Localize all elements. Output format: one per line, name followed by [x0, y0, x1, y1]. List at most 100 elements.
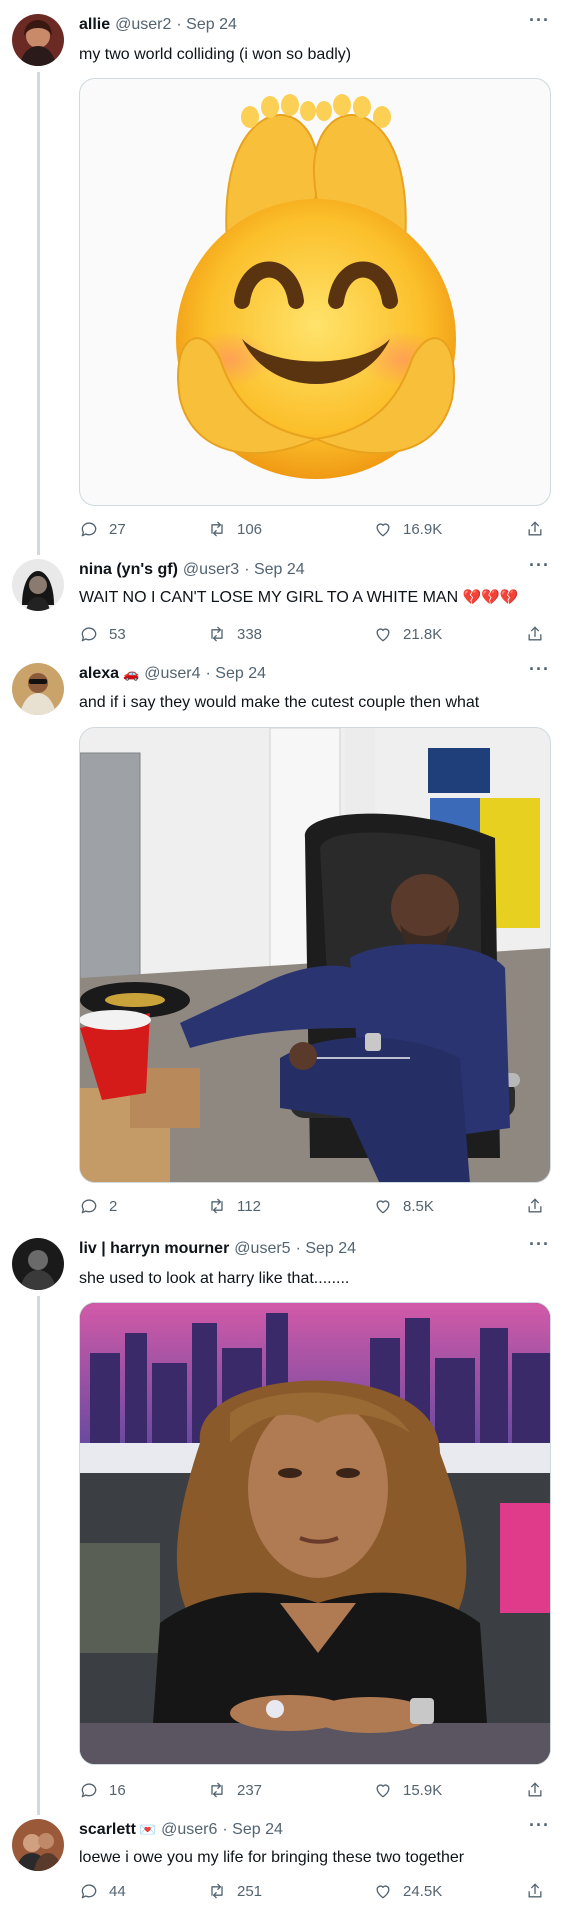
- retweet-count: 112: [237, 1197, 261, 1215]
- tweet-liv[interactable]: liv | harryn mourner @user5 · Sep 24 ···…: [0, 1234, 564, 1815]
- more-icon[interactable]: ···: [529, 1815, 550, 1836]
- tweet-actions: 44 251 24.5K: [79, 1881, 551, 1903]
- tweet-media[interactable]: [79, 78, 551, 506]
- more-icon[interactable]: ···: [529, 10, 550, 31]
- tweet-actions: 16 237 15.9K: [79, 1780, 551, 1802]
- reply-button[interactable]: 53: [79, 624, 126, 644]
- retweet-icon: [207, 624, 227, 644]
- like-button[interactable]: 16.9K: [373, 519, 442, 539]
- like-count: 24.5K: [403, 1882, 443, 1900]
- broken-heart-emoji: 💔💔💔: [462, 589, 519, 606]
- more-icon[interactable]: ···: [529, 555, 550, 576]
- retweet-count: 237: [237, 1781, 263, 1799]
- tweet-header: nina (yn's gf) @user3 · Sep 24 ···: [79, 555, 550, 581]
- handle[interactable]: @user3: [183, 561, 239, 579]
- display-name[interactable]: scarlett: [79, 1821, 136, 1839]
- display-name[interactable]: allie: [79, 16, 110, 34]
- tweet-nina[interactable]: nina (yn's gf) @user3 · Sep 24 ··· WAIT …: [0, 555, 564, 655]
- tweet-media[interactable]: [79, 727, 551, 1183]
- timestamp[interactable]: · Sep 24: [222, 1821, 282, 1839]
- avatar[interactable]: [12, 559, 64, 611]
- tweet-text: she used to look at harry like that.....…: [79, 1270, 350, 1287]
- retweet-button[interactable]: 251: [207, 1881, 262, 1901]
- timestamp[interactable]: · Sep 24: [206, 665, 266, 683]
- retweet-count: 338: [237, 625, 263, 643]
- handle[interactable]: @user4: [144, 665, 200, 683]
- handle[interactable]: @user5: [234, 1240, 290, 1258]
- timestamp[interactable]: · Sep 24: [176, 16, 236, 34]
- reply-count: 16: [109, 1781, 126, 1799]
- tweet-actions: 2 112 8.5K: [79, 1196, 551, 1218]
- avatar[interactable]: [12, 663, 64, 715]
- display-name[interactable]: alexa: [79, 665, 119, 683]
- share-icon: [525, 624, 545, 644]
- reply-count: 2: [109, 1197, 118, 1215]
- retweet-button[interactable]: 237: [207, 1780, 262, 1800]
- handle[interactable]: @user2: [115, 16, 171, 34]
- heart-icon: [373, 624, 393, 644]
- retweet-button[interactable]: 112: [207, 1196, 261, 1216]
- display-name[interactable]: liv | harryn mourner: [79, 1240, 229, 1258]
- reply-button[interactable]: 44: [79, 1881, 126, 1901]
- display-name[interactable]: nina (yn's gf): [79, 561, 178, 579]
- tweet-header: liv | harryn mourner @user5 · Sep 24 ···: [79, 1234, 550, 1260]
- retweet-count: 251: [237, 1882, 263, 1900]
- avatar[interactable]: [12, 1819, 64, 1871]
- like-button[interactable]: 8.5K: [373, 1196, 434, 1216]
- photo: [80, 1303, 550, 1764]
- reply-button[interactable]: 2: [79, 1196, 117, 1216]
- heart-icon: [373, 1196, 393, 1216]
- like-button[interactable]: 15.9K: [373, 1780, 442, 1800]
- retweet-count: 106: [237, 520, 263, 538]
- reply-button[interactable]: 27: [79, 519, 126, 539]
- heart-icon: [373, 1780, 393, 1800]
- share-button[interactable]: [525, 1780, 545, 1800]
- reply-button[interactable]: 16: [79, 1780, 126, 1800]
- retweet-button[interactable]: 106: [207, 519, 262, 539]
- tweet-header: alexa 🚗 @user4 · Sep 24 ···: [79, 659, 550, 685]
- heart-icon: [373, 519, 393, 539]
- share-icon: [525, 1780, 545, 1800]
- like-button[interactable]: 21.8K: [373, 624, 442, 644]
- photo: [80, 728, 550, 1182]
- share-icon: [525, 1196, 545, 1216]
- tweet-scarlett[interactable]: scarlett 💌 @user6 · Sep 24 ··· loewe i o…: [0, 1815, 564, 1920]
- tweet-media[interactable]: [79, 1302, 551, 1765]
- tweet-text: loewe i owe you my life for bringing the…: [79, 1849, 465, 1866]
- retweet-button[interactable]: 338: [207, 624, 262, 644]
- timestamp[interactable]: · Sep 24: [296, 1240, 356, 1258]
- more-icon[interactable]: ···: [529, 1234, 550, 1255]
- emoji-image: [176, 94, 456, 479]
- avatar[interactable]: [12, 14, 64, 66]
- tweet-header: scarlett 💌 @user6 · Sep 24 ···: [79, 1815, 550, 1841]
- reply-icon: [79, 1780, 99, 1800]
- tweet-text: WAIT NO I CAN'T LOSE MY GIRL TO A WHITE …: [79, 587, 550, 609]
- tweet-header: allie @user2 · Sep 24 ···: [79, 10, 550, 36]
- retweet-icon: [207, 1780, 227, 1800]
- share-button[interactable]: [525, 519, 545, 539]
- like-count: 8.5K: [403, 1197, 434, 1215]
- avatar[interactable]: [12, 1238, 64, 1290]
- more-icon[interactable]: ···: [529, 659, 550, 680]
- share-button[interactable]: [525, 1881, 545, 1901]
- retweet-icon: [207, 1196, 227, 1216]
- share-button[interactable]: [525, 1196, 545, 1216]
- tweet-text: my two world colliding (i won so badly): [79, 46, 352, 63]
- tweet-alexa[interactable]: alexa 🚗 @user4 · Sep 24 ··· and if i say…: [0, 655, 564, 1235]
- handle[interactable]: @user6: [161, 1821, 217, 1839]
- reply-count: 27: [109, 520, 126, 538]
- timestamp[interactable]: · Sep 24: [244, 561, 304, 579]
- reply-icon: [79, 1881, 99, 1901]
- reply-icon: [79, 624, 99, 644]
- like-button[interactable]: 24.5K: [373, 1881, 442, 1901]
- share-button[interactable]: [525, 624, 545, 644]
- like-count: 16.9K: [403, 520, 443, 538]
- reply-icon: [79, 519, 99, 539]
- heart-icon: [373, 1881, 393, 1901]
- reply-icon: [79, 1196, 99, 1216]
- tweet-text-content: WAIT NO I CAN'T LOSE MY GIRL TO A WHITE …: [79, 589, 459, 606]
- thread-line: [37, 72, 40, 555]
- tweet-allie[interactable]: allie @user2 · Sep 24 ··· my two world c…: [0, 0, 564, 555]
- retweet-icon: [207, 1881, 227, 1901]
- tweet-actions: 53 338 21.8K: [79, 624, 551, 646]
